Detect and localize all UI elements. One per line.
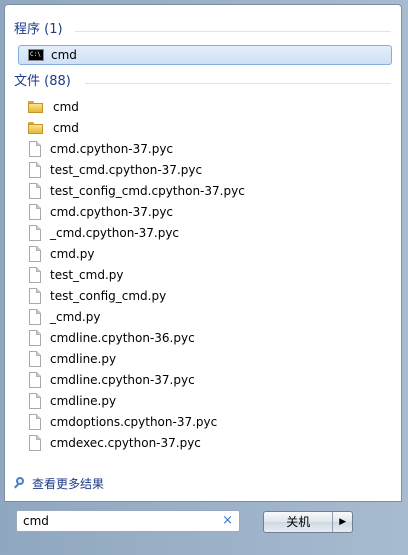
file-item[interactable]: cmd.cpython-37.pyc xyxy=(18,139,392,159)
more-results-label: 查看更多结果 xyxy=(32,477,105,491)
file-item[interactable]: _cmd.cpython-37.pyc xyxy=(18,223,392,243)
file-item[interactable]: test_config_cmd.py xyxy=(18,286,392,306)
files-divider xyxy=(85,83,391,84)
file-icon xyxy=(29,288,41,304)
file-item[interactable]: cmdline.py xyxy=(18,349,392,369)
file-icon xyxy=(29,162,41,178)
file-icon xyxy=(29,246,41,262)
file-item-label: _cmd.py xyxy=(50,310,101,324)
file-item-label: _cmd.cpython-37.pyc xyxy=(50,226,180,240)
file-item-label: cmdline.py xyxy=(50,352,117,366)
search-icon xyxy=(13,477,27,491)
start-menu-results: 程序 (1) C:\ cmd 文件 (88) cmd cmd cmd.cpython… xyxy=(4,4,402,502)
file-item[interactable]: cmd.cpython-37.pyc xyxy=(18,202,392,222)
file-icon xyxy=(29,351,41,367)
file-icon xyxy=(29,372,41,388)
file-icon xyxy=(29,267,41,283)
file-item[interactable]: cmd xyxy=(18,118,392,138)
file-icon xyxy=(29,330,41,346)
file-icon xyxy=(29,141,41,157)
file-item-label: cmdline.py xyxy=(50,394,117,408)
file-item[interactable]: cmd xyxy=(18,97,392,117)
file-item[interactable]: cmdline.cpython-37.pyc xyxy=(18,370,392,390)
file-item-label: cmdoptions.cpython-37.pyc xyxy=(50,415,218,429)
shutdown-options-arrow-icon[interactable]: ▶ xyxy=(332,512,352,532)
more-results-link[interactable]: 查看更多结果 xyxy=(13,475,104,493)
files-header: 文件 (88) xyxy=(14,74,71,89)
programs-header: 程序 (1) xyxy=(14,22,63,37)
file-item-label: cmd.cpython-37.pyc xyxy=(50,142,174,156)
file-item-label: test_cmd.cpython-37.pyc xyxy=(50,163,203,177)
file-item[interactable]: test_config_cmd.cpython-37.pyc xyxy=(18,181,392,201)
search-box[interactable]: × xyxy=(16,510,240,532)
file-item-label: test_cmd.py xyxy=(50,268,124,282)
file-item[interactable]: cmdline.py xyxy=(18,391,392,411)
shutdown-button-group: 关机 ▶ xyxy=(263,511,353,533)
file-icon xyxy=(29,183,41,199)
cmd-icon: C:\ xyxy=(28,49,44,61)
file-item[interactable]: cmd.py xyxy=(18,244,392,264)
file-item-label: cmdline.cpython-36.pyc xyxy=(50,331,195,345)
file-item-label: cmdline.cpython-37.pyc xyxy=(50,373,195,387)
file-item-label: cmdexec.cpython-37.pyc xyxy=(50,436,201,450)
file-item-label: cmd.cpython-37.pyc xyxy=(50,205,174,219)
file-item[interactable]: cmdline.cpython-36.pyc xyxy=(18,328,392,348)
file-icon xyxy=(29,204,41,220)
folder-icon xyxy=(28,122,43,134)
programs-divider xyxy=(75,31,391,32)
file-item-label: cmd xyxy=(53,121,79,135)
file-icon xyxy=(29,414,41,430)
file-icon xyxy=(29,435,41,451)
file-icon xyxy=(29,393,41,409)
shutdown-button[interactable]: 关机 xyxy=(264,512,332,532)
file-item[interactable]: test_cmd.cpython-37.pyc xyxy=(18,160,392,180)
folder-icon xyxy=(28,101,43,113)
file-item-label: test_config_cmd.cpython-37.pyc xyxy=(50,184,245,198)
file-icon xyxy=(29,225,41,241)
program-item-cmd[interactable]: C:\ cmd xyxy=(18,45,392,65)
file-item-label: cmd.py xyxy=(50,247,95,261)
file-item[interactable]: cmdexec.cpython-37.pyc xyxy=(18,433,392,453)
file-item-label: cmd xyxy=(53,100,79,114)
file-icon xyxy=(29,309,41,325)
file-item-label: test_config_cmd.py xyxy=(50,289,167,303)
file-item[interactable]: cmdoptions.cpython-37.pyc xyxy=(18,412,392,432)
search-input[interactable] xyxy=(17,511,219,531)
file-item[interactable]: _cmd.py xyxy=(18,307,392,327)
clear-search-icon[interactable]: × xyxy=(222,513,233,529)
file-item[interactable]: test_cmd.py xyxy=(18,265,392,285)
program-item-label: cmd xyxy=(51,48,77,62)
